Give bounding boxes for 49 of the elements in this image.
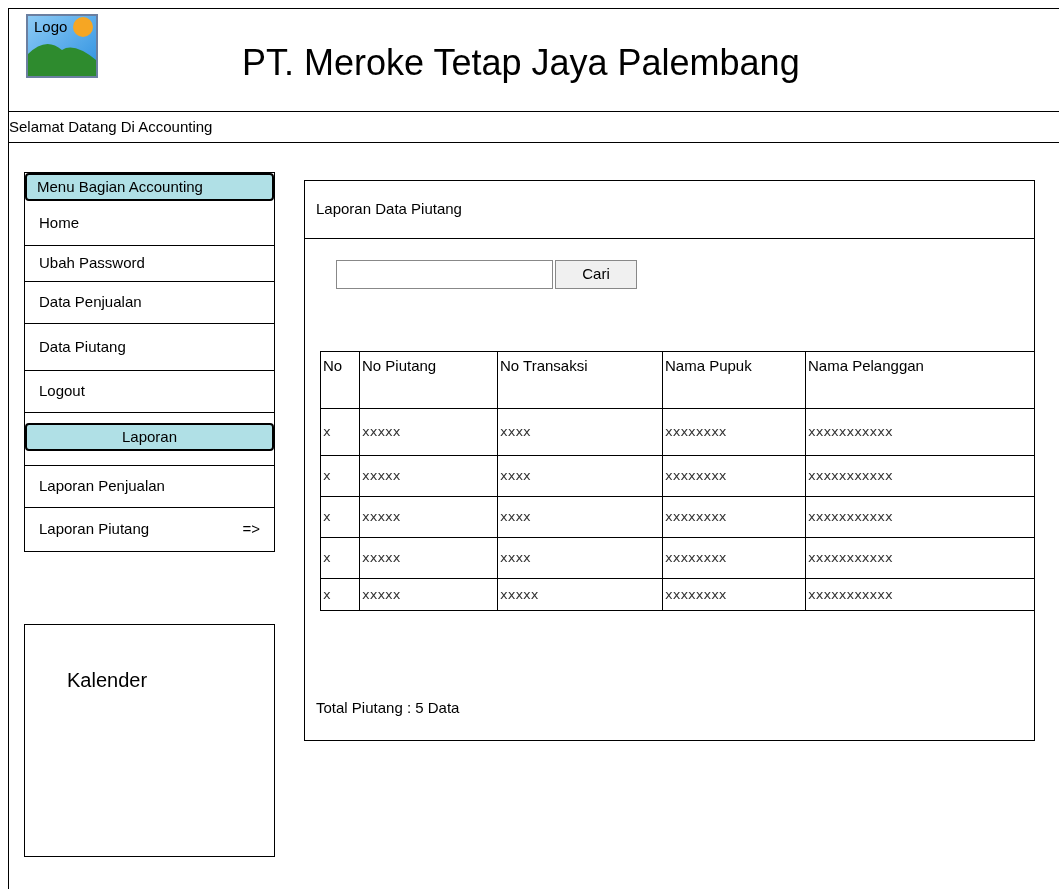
- column-header: No: [320, 351, 360, 409]
- column-header: No Piutang: [359, 351, 498, 409]
- table-cell: xxxxx: [359, 578, 498, 611]
- logo-label: Logo: [33, 17, 69, 37]
- menu-item[interactable]: Home: [25, 201, 274, 246]
- table-cell: xxxx: [497, 455, 663, 497]
- table-cell: xxxxxxxx: [662, 496, 806, 538]
- table-cell: xxxx: [497, 537, 663, 579]
- welcome-text: Selamat Datang Di Accounting: [9, 116, 213, 137]
- column-header: No Transaksi: [497, 351, 663, 409]
- table-cell: x: [320, 408, 360, 456]
- column-header: Nama Pelanggan: [805, 351, 1035, 409]
- table-cell: xxxxxxxx: [662, 455, 806, 497]
- table-cell: x: [320, 455, 360, 497]
- menu-item[interactable]: Logout: [25, 371, 274, 413]
- menu-item[interactable]: Ubah Password: [25, 246, 274, 282]
- table-cell: xxxxxxxxxxx: [805, 578, 1035, 611]
- logo-image: [26, 14, 98, 78]
- current-page-marker: =>: [242, 519, 260, 540]
- table-cell: xxxx: [497, 496, 663, 538]
- menu-item[interactable]: Data Piutang: [25, 324, 274, 371]
- total-text: Total Piutang : 5 Data: [316, 699, 460, 716]
- table-cell: x: [320, 496, 360, 538]
- menu-heading: Laporan: [25, 423, 274, 451]
- menu-heading: Menu Bagian Accounting: [25, 173, 274, 201]
- menu-item[interactable]: Laporan Piutang =>: [25, 508, 274, 551]
- table-cell: xxxxx: [359, 496, 498, 538]
- table-cell: xxxx: [497, 408, 663, 456]
- search-field[interactable]: [336, 260, 553, 289]
- table-cell: xxxxxxxxxxx: [805, 537, 1035, 579]
- table-cell: x: [320, 578, 360, 611]
- table-cell: xxxxxxxx: [662, 578, 806, 611]
- calendar-label: Kalender: [67, 669, 148, 691]
- table-cell: xxxxx: [359, 408, 498, 456]
- table-cell: xxxxx: [497, 578, 663, 611]
- search-button[interactable]: Cari: [555, 260, 637, 289]
- page-title: PT. Meroke Tetap Jaya Palembang: [242, 45, 800, 81]
- table-cell: xxxxxxxx: [662, 537, 806, 579]
- menu-item[interactable]: Laporan Penjualan: [25, 466, 274, 508]
- menu-item[interactable]: Data Penjualan: [25, 282, 274, 324]
- table-cell: x: [320, 537, 360, 579]
- table-cell: xxxxxxxxxxx: [805, 496, 1035, 538]
- table-cell: xxxxx: [359, 537, 498, 579]
- table-cell: xxxxxxxxxxx: [805, 455, 1035, 497]
- table-cell: xxxxxxxxxxx: [805, 408, 1035, 456]
- table-cell: xxxxxxxx: [662, 408, 806, 456]
- table-cell: xxxxx: [359, 455, 498, 497]
- column-header: Nama Pupuk: [662, 351, 806, 409]
- panel-title: Laporan Data Piutang: [316, 199, 462, 220]
